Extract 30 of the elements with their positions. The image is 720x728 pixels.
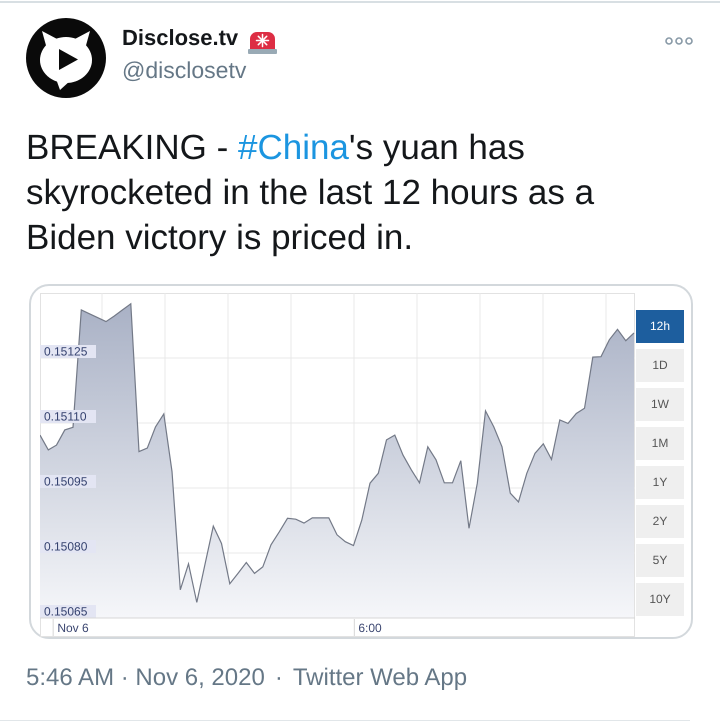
y-axis-label: 0.15125 [40,344,96,358]
y-tick-label: 0.15110 [44,410,87,424]
time-range-tab[interactable]: 1Y [636,466,684,499]
tweet-text: BREAKING - #China's yuan has skyrocketed in the last 12 hours as a Biden victory is priced in. [26,127,596,259]
y-tick-label: 0.15080 [44,540,88,554]
y-axis-label: 0.15110 [40,410,96,424]
time-range-tab[interactable]: 1M [636,427,684,460]
time-range-tab[interactable]: 2Y [636,505,684,538]
siren-icon [248,30,278,54]
time-range-tab[interactable]: 5Y [636,544,684,577]
hashtag-link[interactable]: #China [238,128,349,167]
separator-dot: · [274,663,283,693]
time-range-tab[interactable]: 1D [636,349,684,382]
y-tick-label: 0.15125 [44,344,88,358]
avatar-icon[interactable] [26,18,106,98]
timestamp-link[interactable]: 5:46 AM · Nov 6, 2020 [26,663,265,693]
y-axis-label: 0.15065 [40,604,96,618]
source-link[interactable]: Twitter Web App [292,663,468,693]
y-axis-label: 0.15080 [40,540,96,554]
y-tick-label: 0.15095 [44,474,88,488]
time-range-tab[interactable]: 12h [636,310,684,343]
more-icon[interactable] [665,37,693,45]
time-range-tab[interactable]: 1W [636,388,684,421]
x-axis-label: 6:00 [358,621,382,635]
y-axis-label: 0.15095 [40,474,96,488]
author-name[interactable]: Disclose.tv [122,25,238,51]
author-handle[interactable]: @disclosetv [122,56,278,84]
x-axis-label: Nov 6 [57,621,89,635]
y-tick-label: 0.15065 [44,604,88,618]
time-range-tab[interactable]: 10Y [636,583,684,616]
